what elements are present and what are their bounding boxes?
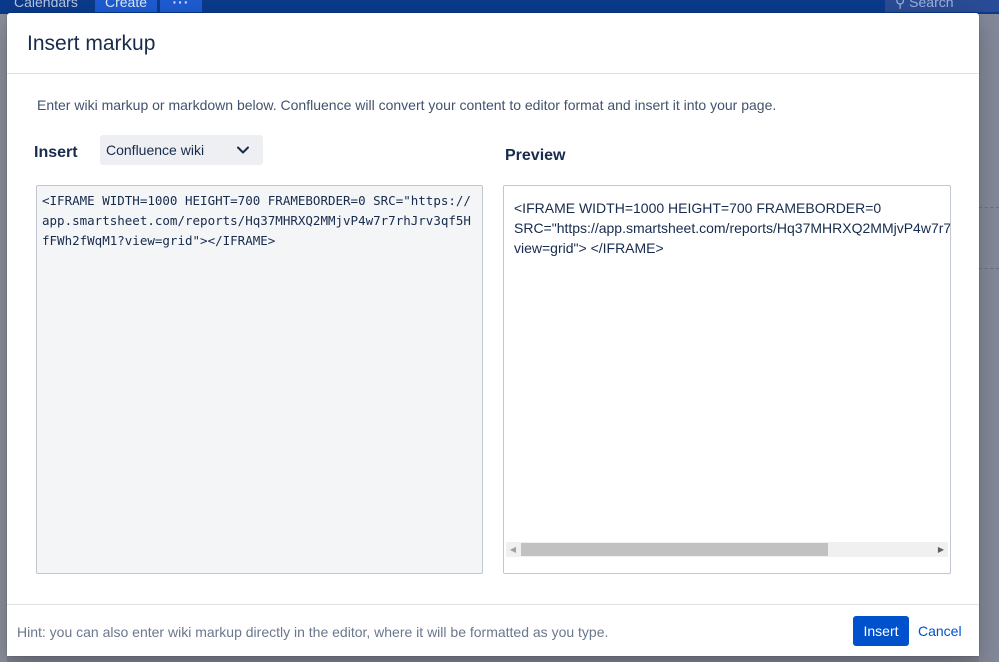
markup-input[interactable] <box>36 185 483 574</box>
dialog-header: Insert markup <box>7 13 979 74</box>
preview-pane[interactable]: <IFRAME WIDTH=1000 HEIGHT=700 FRAMEBORDE… <box>503 185 951 574</box>
horizontal-scrollbar[interactable]: ◀ ▶ <box>506 542 948 557</box>
format-select-value: Confluence wiki <box>106 142 205 158</box>
nav-search: ⚲ Search <box>885 0 999 12</box>
preview-line: SRC="https://app.smartsheet.com/reports/… <box>514 220 951 236</box>
background-divider <box>979 207 999 208</box>
insert-markup-dialog: Insert markup Enter wiki markup or markd… <box>7 13 979 656</box>
background-divider <box>979 268 999 269</box>
chevron-down-icon <box>237 146 249 154</box>
scroll-left-icon[interactable]: ◀ <box>506 542 520 557</box>
hint-text: Hint: you can also enter wiki markup dir… <box>17 624 609 640</box>
nav-more-icon: ··· <box>160 0 202 12</box>
dialog-footer: Hint: you can also enter wiki markup dir… <box>7 604 979 656</box>
nav-calendars: Calendars <box>14 0 78 10</box>
search-icon: ⚲ <box>895 0 910 10</box>
nav-search-placeholder: Search <box>909 0 954 10</box>
background-page-right <box>979 14 999 662</box>
preview-label: Preview <box>505 147 566 164</box>
top-navigation-bar: Calendars Create ··· ⚲ Search <box>0 0 999 14</box>
format-select[interactable]: Confluence wiki <box>100 135 263 165</box>
background-page-left <box>0 14 7 662</box>
scrollbar-thumb[interactable] <box>521 543 828 556</box>
nav-create: Create <box>95 0 157 12</box>
preview-line: view=grid"> </IFRAME> <box>514 240 664 256</box>
scroll-right-icon[interactable]: ▶ <box>934 542 948 557</box>
dialog-intro-text: Enter wiki markup or markdown below. Con… <box>37 97 777 113</box>
insert-button[interactable]: Insert <box>853 616 909 646</box>
preview-line: <IFRAME WIDTH=1000 HEIGHT=700 FRAMEBORDE… <box>514 200 882 216</box>
cancel-button[interactable]: Cancel <box>918 623 962 639</box>
insert-format-label: Insert <box>34 144 78 161</box>
dialog-title: Insert markup <box>27 32 156 55</box>
preview-content: <IFRAME WIDTH=1000 HEIGHT=700 FRAMEBORDE… <box>514 198 951 258</box>
